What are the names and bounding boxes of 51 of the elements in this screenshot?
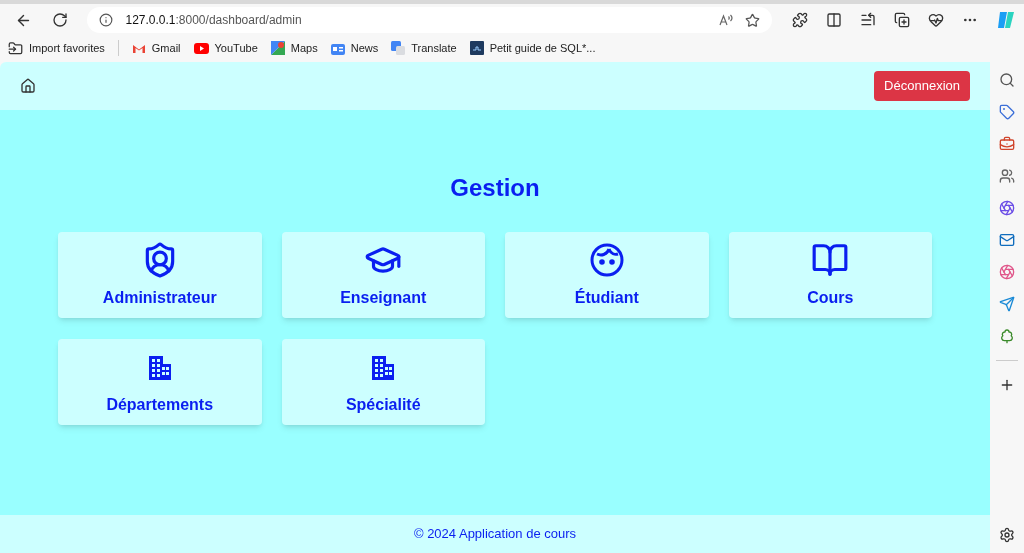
- tree-icon[interactable]: [999, 328, 1015, 344]
- map-pin-icon: [270, 41, 285, 55]
- read-aloud-icon[interactable]: [719, 14, 733, 26]
- add-icon[interactable]: [999, 377, 1015, 393]
- bookmark-item[interactable]: Petit guide de SQL*...: [469, 39, 596, 57]
- face-icon: [588, 242, 625, 278]
- mail-icon[interactable]: [999, 232, 1015, 248]
- split-screen-icon[interactable]: [826, 12, 842, 28]
- reload-icon[interactable]: [51, 12, 68, 28]
- collections-icon[interactable]: [894, 12, 910, 28]
- people-icon[interactable]: [999, 168, 1015, 184]
- home-icon[interactable]: [20, 78, 36, 94]
- health-icon[interactable]: [928, 12, 944, 28]
- management-card[interactable]: Spécialité: [281, 339, 485, 425]
- settings-icon[interactable]: [999, 527, 1015, 543]
- url-text: 127.0.0.1:8000/dashboard/admin: [125, 12, 303, 29]
- management-card[interactable]: Enseignant: [281, 232, 485, 318]
- bookmark-item[interactable]: Import favorites: [8, 39, 105, 57]
- logout-button[interactable]: Déconnexion: [874, 71, 970, 101]
- play-icon: [193, 42, 209, 54]
- info-icon: [99, 13, 114, 27]
- import-icon: [8, 40, 23, 56]
- extensions-icon[interactable]: [792, 12, 808, 28]
- card-label: Cours: [807, 288, 854, 308]
- bookmark-item[interactable]: Gmail: [131, 39, 181, 57]
- book-icon: [811, 241, 850, 279]
- page-title: Gestion: [450, 173, 540, 203]
- tag-icon[interactable]: [999, 104, 1015, 120]
- management-card[interactable]: Cours: [728, 232, 932, 318]
- management-card[interactable]: Administrateur: [58, 232, 262, 318]
- send-icon[interactable]: [999, 296, 1015, 312]
- card-label: Enseignant: [340, 288, 427, 308]
- card-label: Étudiant: [574, 287, 639, 308]
- management-card[interactable]: Départements: [58, 339, 262, 425]
- footer-text: © 2024 Application de cours: [413, 525, 577, 544]
- search-icon[interactable]: [999, 72, 1015, 88]
- card-label: Départements: [106, 395, 214, 415]
- mail-icon: [131, 42, 146, 54]
- bookmark-item[interactable]: News: [330, 39, 379, 57]
- aperture-icon[interactable]: [999, 200, 1015, 216]
- management-card[interactable]: Étudiant: [505, 232, 709, 318]
- briefcase-icon[interactable]: [999, 136, 1015, 152]
- favorite-star-icon: [745, 12, 760, 28]
- card-label: Spécialité: [345, 395, 421, 415]
- address-bar[interactable]: 127.0.0.1:8000/dashboard/admin: [87, 7, 772, 33]
- bookmark-item[interactable]: Maps: [270, 39, 318, 57]
- bookmark-item[interactable]: Translate: [391, 39, 457, 57]
- translate-icon: [391, 41, 406, 55]
- news-icon: [330, 41, 345, 55]
- bookmark-item[interactable]: YouTube: [193, 39, 258, 57]
- card-label: Administrateur: [102, 288, 217, 308]
